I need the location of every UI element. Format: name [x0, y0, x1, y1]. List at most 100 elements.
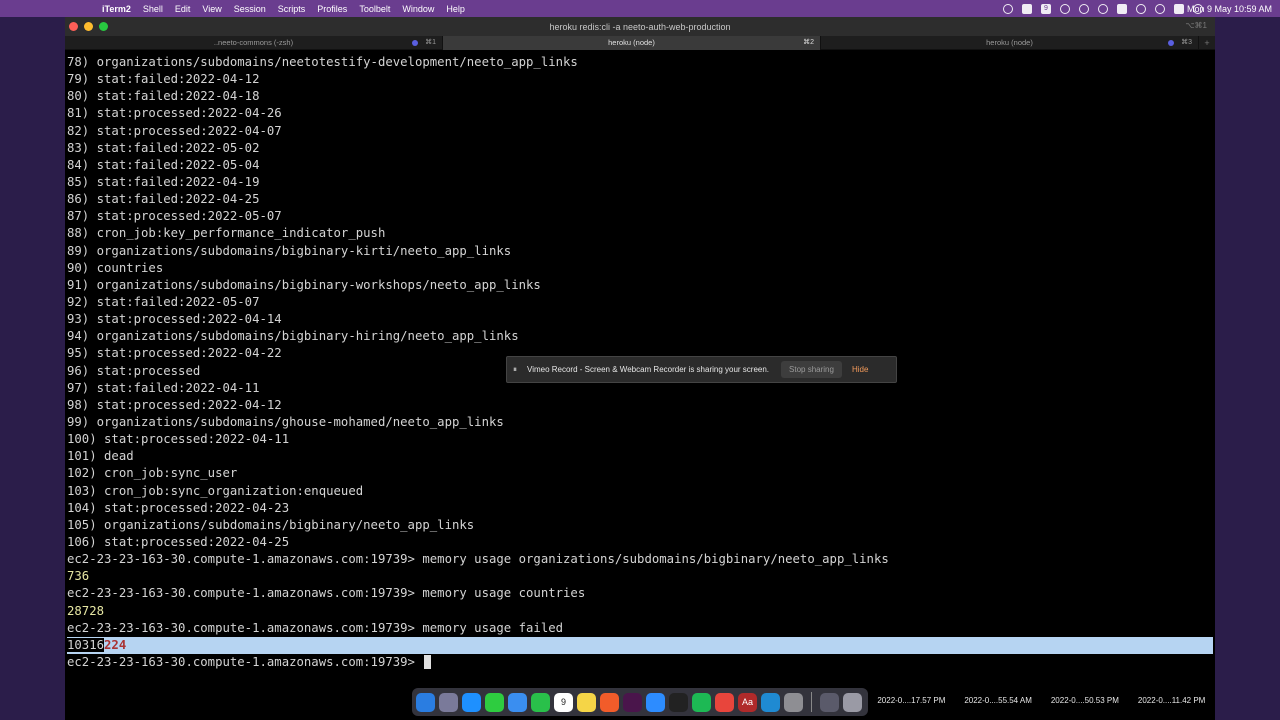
zoom-icon[interactable] — [646, 692, 665, 712]
desktop-file[interactable]: 2022-0....17.57 PM — [871, 686, 951, 716]
activity-dot-icon — [1168, 40, 1174, 46]
minimize-button[interactable] — [84, 22, 93, 31]
new-tab-button[interactable]: + — [1199, 36, 1215, 49]
terminal-line: 90) countries — [67, 260, 164, 275]
menu-scripts[interactable]: Scripts — [272, 4, 312, 14]
terminal-line: 91) organizations/subdomains/bigbinary-w… — [67, 277, 541, 292]
terminal-line: 99) organizations/subdomains/ghouse-moha… — [67, 414, 504, 429]
finder-icon[interactable] — [416, 692, 435, 712]
spotify-icon[interactable] — [692, 692, 711, 712]
terminal-line: 87) stat:processed:2022-05-07 — [67, 209, 282, 224]
terminal-line: 85) stat:failed:2022-04-19 — [67, 174, 260, 189]
hide-button[interactable]: Hide — [852, 365, 868, 374]
activity-dot-icon — [412, 40, 418, 46]
calendar-icon[interactable]: 9 — [554, 692, 573, 712]
terminal-line: 101) dead — [67, 449, 134, 464]
prompt-text: ec2-23-23-163-30.compute-1.amazonaws.com… — [67, 654, 423, 669]
close-button[interactable] — [69, 22, 78, 31]
selected-text: 224 — [104, 637, 127, 652]
terminal-line: 94) organizations/subdomains/bigbinary-h… — [67, 329, 519, 344]
launchpad-icon[interactable] — [439, 692, 458, 712]
downloads-icon[interactable] — [820, 692, 839, 712]
play-icon[interactable] — [1098, 3, 1108, 14]
vscode-icon[interactable] — [761, 692, 780, 712]
terminal-line: 93) stat:processed:2022-04-14 — [67, 312, 282, 327]
terminal-line: 106) stat:processed:2022-04-25 — [67, 534, 290, 549]
terminal-command-line: ec2-23-23-163-30.compute-1.amazonaws.com… — [67, 552, 889, 567]
terminal-line: 79) stat:failed:2022-04-12 — [67, 72, 260, 87]
menu-profiles[interactable]: Profiles — [311, 4, 353, 14]
terminal-result-line: 28728 — [67, 603, 105, 618]
window-titlebar[interactable]: heroku redis:cli -a neeto-auth-web-produ… — [65, 17, 1215, 36]
result-prefix: 10316 — [67, 637, 105, 652]
terminal-line: 80) stat:failed:2022-04-18 — [67, 89, 260, 104]
desktop-files: 2022-0....17.57 PM 2022-0....55.54 AM 20… — [868, 686, 1215, 716]
wifi-icon[interactable] — [1136, 3, 1146, 14]
terminal-window: heroku redis:cli -a neeto-auth-web-produ… — [65, 17, 1215, 685]
desktop-file[interactable]: 2022-0....50.53 PM — [1045, 686, 1125, 716]
terminal-line: 83) stat:failed:2022-05-02 — [67, 140, 260, 155]
control-center-icon[interactable] — [1174, 3, 1184, 14]
badge-9-icon[interactable]: 9 — [1041, 3, 1051, 14]
terminal-prompt-line[interactable]: ec2-23-23-163-30.compute-1.amazonaws.com… — [67, 654, 1213, 671]
tab-shortcut: ⌘1 — [425, 39, 436, 46]
menu-app-iterm2[interactable]: iTerm2 — [96, 4, 137, 14]
tab-2[interactable]: heroku (node) ⌘2 — [443, 36, 821, 50]
menu-window[interactable]: Window — [396, 4, 440, 14]
tab-label: heroku (node) — [608, 38, 655, 47]
menu-toolbelt[interactable]: Toolbelt — [353, 4, 396, 14]
mail-icon[interactable] — [508, 692, 527, 712]
menu-shell[interactable]: Shell — [137, 4, 169, 14]
search-icon[interactable] — [1155, 3, 1165, 14]
menu-help[interactable]: Help — [440, 4, 471, 14]
menu-view[interactable]: View — [196, 4, 227, 14]
terminal-command-line: ec2-23-23-163-30.compute-1.amazonaws.com… — [67, 586, 586, 601]
settings-icon[interactable] — [784, 692, 803, 712]
terminal-icon[interactable] — [669, 692, 688, 712]
bluetooth-icon[interactable] — [1079, 3, 1089, 14]
terminal-line: 104) stat:processed:2022-04-23 — [67, 500, 290, 515]
messages-icon[interactable] — [485, 692, 504, 712]
terminal-line: 105) organizations/subdomains/bigbinary/… — [67, 517, 475, 532]
notes-icon[interactable] — [577, 692, 596, 712]
trash-icon[interactable] — [843, 692, 862, 712]
tab-shortcut: ⌘2 — [803, 39, 814, 46]
slack-icon[interactable] — [623, 692, 642, 712]
terminal-line: 100) stat:processed:2022-04-11 — [67, 432, 290, 447]
terminal-line: 98) stat:processed:2022-04-12 — [67, 397, 282, 412]
tab-shortcut: ⌘3 — [1181, 39, 1192, 46]
terminal-line: 92) stat:failed:2022-05-07 — [67, 294, 260, 309]
tab-1[interactable]: ..neeto-commons (-zsh) ⌘1 — [65, 36, 443, 50]
selected-result-line[interactable]: 10316224 — [67, 636, 1213, 654]
pause-icon[interactable]: ⏸ — [513, 365, 523, 375]
facetime-icon[interactable] — [531, 692, 550, 712]
chrome-icon[interactable] — [715, 692, 734, 712]
zoom-button[interactable] — [99, 22, 108, 31]
menu-session[interactable]: Session — [228, 4, 272, 14]
dictionary-icon[interactable]: Aa — [738, 692, 757, 712]
text-cursor — [424, 654, 432, 669]
terminal-line: 89) organizations/subdomains/bigbinary-k… — [67, 243, 512, 258]
tab-label: heroku (node) — [986, 38, 1033, 47]
window-title: heroku redis:cli -a neeto-auth-web-produ… — [549, 21, 731, 32]
brave-icon[interactable] — [600, 692, 619, 712]
desktop-file[interactable]: 2022-0....11.42 PM — [1132, 686, 1212, 716]
desktop-file[interactable]: 2022-0....55.54 AM — [958, 686, 1038, 716]
desktop-left — [0, 17, 65, 720]
window-shortcut: ⌥⌘1 — [1185, 21, 1207, 30]
terminal-command-line: ec2-23-23-163-30.compute-1.amazonaws.com… — [67, 620, 564, 635]
battery-icon[interactable] — [1117, 3, 1127, 14]
tab-label: ..neeto-commons (-zsh) — [213, 38, 294, 47]
stop-sharing-button[interactable]: Stop sharing — [781, 361, 842, 378]
tab-bar: ..neeto-commons (-zsh) ⌘1 heroku (node) … — [65, 36, 1215, 50]
menu-edit[interactable]: Edit — [169, 4, 197, 14]
mic-icon[interactable] — [1003, 3, 1013, 14]
safari-icon[interactable] — [462, 692, 481, 712]
cast-icon[interactable] — [1022, 3, 1032, 14]
menu-clock[interactable]: Mon 9 May 10:59 AM — [1187, 4, 1272, 14]
terminal-line: 81) stat:processed:2022-04-26 — [67, 106, 282, 121]
terminal-line: 88) cron_job:key_performance_indicator_p… — [67, 226, 386, 241]
dock-separator — [811, 692, 812, 712]
tab-3[interactable]: heroku (node) ⌘3 — [821, 36, 1199, 50]
clock-icon[interactable] — [1060, 3, 1070, 14]
